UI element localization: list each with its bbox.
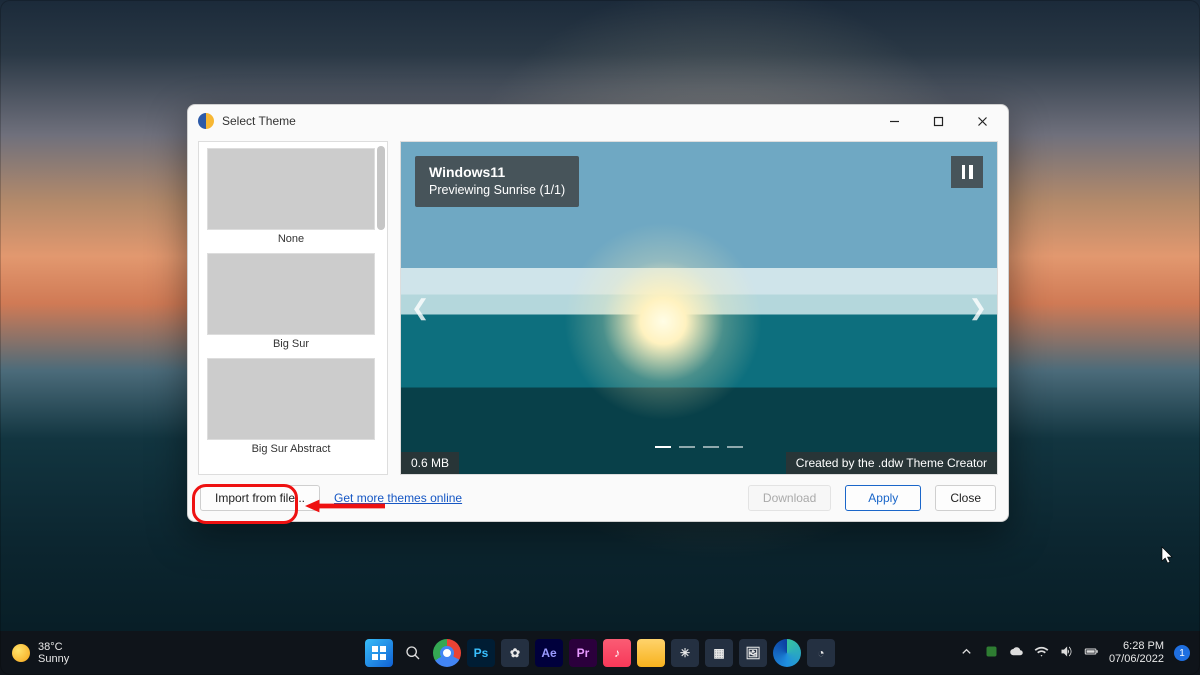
taskbar-apps: Ps ✿ Ae Pr ♪ ✳ ▦ 🖼 ◔ (365, 639, 835, 667)
preview-size: 0.6 MB (401, 452, 459, 474)
pause-icon (969, 165, 973, 179)
slide-dot[interactable] (703, 446, 719, 449)
close-button[interactable] (960, 106, 1004, 136)
theme-preview: Windows11 Previewing Sunrise (1/1) ❮ ❯ 0… (400, 141, 998, 475)
weather-widget[interactable]: 38°C Sunny (0, 641, 69, 665)
volume-icon[interactable] (1059, 644, 1074, 662)
theme-thumbnail (207, 148, 375, 230)
theme-item[interactable]: Big Sur (205, 253, 377, 350)
cursor-icon (1161, 546, 1175, 569)
theme-label: None (278, 233, 304, 245)
slide-dot[interactable] (655, 446, 671, 449)
weather-cond: Sunny (38, 653, 69, 665)
music-icon[interactable]: ♪ (603, 639, 631, 667)
app-icon (198, 113, 214, 129)
cloud-icon[interactable] (1009, 644, 1024, 662)
window-title: Select Theme (222, 114, 296, 128)
theme-label: Big Sur (273, 338, 309, 350)
after-effects-icon[interactable]: Ae (535, 639, 563, 667)
preview-caption: Windows11 Previewing Sunrise (1/1) (415, 156, 579, 207)
search-button[interactable] (399, 639, 427, 667)
wifi-icon[interactable] (1034, 644, 1049, 662)
app-icon[interactable]: 🖼 (739, 639, 767, 667)
notification-badge[interactable]: 1 (1174, 645, 1190, 661)
start-button[interactable] (365, 639, 393, 667)
minimize-button[interactable] (872, 106, 916, 136)
chrome-icon[interactable] (433, 639, 461, 667)
next-arrow[interactable]: ❯ (963, 289, 993, 327)
preview-creator: Created by the .ddw Theme Creator (786, 452, 997, 474)
prev-arrow[interactable]: ❮ (405, 289, 435, 327)
preview-name: Windows11 (429, 163, 565, 182)
app-icon[interactable]: ✿ (501, 639, 529, 667)
theme-item[interactable]: Big Sur Abstract (205, 358, 377, 455)
maximize-button[interactable] (916, 106, 960, 136)
dialog-footer: Import from file... Get more themes onli… (188, 475, 1008, 521)
titlebar[interactable]: Select Theme (188, 105, 1008, 137)
tray-chevron-icon[interactable] (959, 644, 974, 662)
battery-icon[interactable] (1084, 644, 1099, 662)
download-button[interactable]: Download (748, 485, 831, 511)
close-dialog-button[interactable]: Close (935, 485, 996, 511)
taskbar: 38°C Sunny Ps ✿ Ae Pr ♪ ✳ ▦ 🖼 ◔ (0, 631, 1200, 675)
file-explorer-icon[interactable] (637, 639, 665, 667)
preview-status: Previewing Sunrise (1/1) (429, 183, 565, 197)
slide-dot[interactable] (679, 446, 695, 449)
system-tray: 6:28 PM 07/06/2022 1 (959, 640, 1200, 665)
slide-dot[interactable] (727, 446, 743, 449)
theme-thumbnail (207, 358, 375, 440)
clock-time: 6:28 PM (1109, 640, 1164, 653)
import-button[interactable]: Import from file... (200, 485, 320, 511)
tray-app-icon[interactable] (984, 644, 999, 662)
edge-icon[interactable] (773, 639, 801, 667)
theme-label: Big Sur Abstract (252, 443, 331, 455)
select-theme-window: Select Theme None (187, 104, 1009, 522)
pause-button[interactable] (951, 156, 983, 188)
app-icon[interactable]: ▦ (705, 639, 733, 667)
weather-temp: 38°C (38, 641, 69, 653)
photoshop-icon[interactable]: Ps (467, 639, 495, 667)
apply-button[interactable]: Apply (845, 485, 921, 511)
slide-indicators (655, 446, 743, 449)
theme-list: None Big Sur Big Sur Abstract (198, 141, 388, 475)
theme-thumbnail (207, 253, 375, 335)
sun-icon (12, 644, 30, 662)
clock[interactable]: 6:28 PM 07/06/2022 (1109, 640, 1164, 665)
wdd-icon[interactable]: ◔ (807, 639, 835, 667)
more-themes-link[interactable]: Get more themes online (334, 491, 462, 505)
theme-item[interactable]: None (205, 148, 377, 245)
premiere-icon[interactable]: Pr (569, 639, 597, 667)
desktop-wallpaper: Select Theme None (0, 0, 1200, 675)
scrollbar-thumb[interactable] (377, 146, 385, 230)
clock-date: 07/06/2022 (1109, 653, 1164, 666)
slack-icon[interactable]: ✳ (671, 639, 699, 667)
pause-icon (962, 165, 966, 179)
